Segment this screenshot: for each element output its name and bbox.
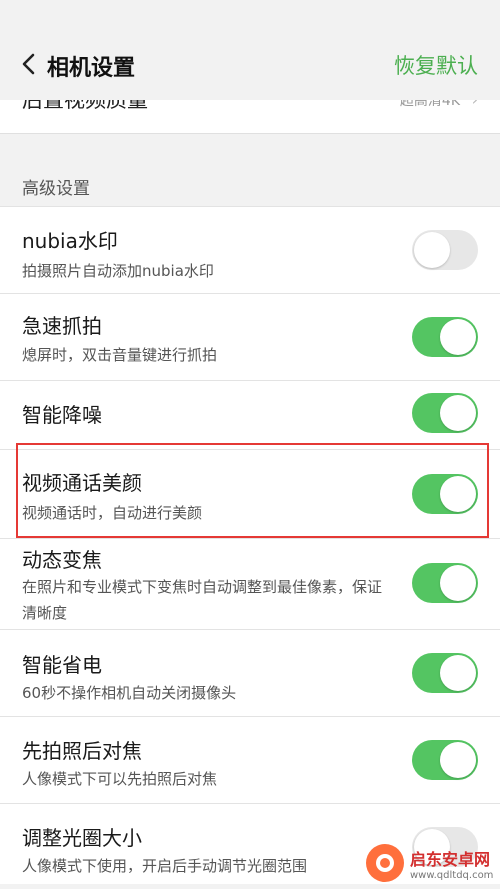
setting-title: 急速抓拍 — [22, 314, 102, 338]
android-icon — [376, 854, 394, 872]
watermark-url: www.qdltdq.com — [410, 869, 494, 881]
divider — [0, 133, 500, 134]
toggle-smart-power-saving[interactable] — [412, 653, 478, 693]
restore-default-button[interactable]: 恢复默认 — [394, 50, 478, 80]
section-title-advanced: 高级设置 — [22, 179, 90, 199]
toggle-knob — [440, 565, 476, 601]
setting-title: 智能省电 — [22, 653, 102, 677]
toggle-nubia-watermark[interactable] — [412, 230, 478, 270]
rear-video-quality-row[interactable]: 后置视频质量 超高清4K › — [0, 100, 500, 133]
app-header: 相机设置 恢复默认 — [0, 0, 500, 100]
rear-video-quality-label: 后置视频质量 — [22, 100, 148, 112]
watermark-name: 启东安卓网 — [410, 849, 491, 869]
rear-video-quality-value: 超高清4K — [399, 100, 460, 109]
toggle-knob — [440, 395, 476, 431]
toggle-dynamic-zoom[interactable] — [412, 563, 478, 603]
setting-row-smart-power-saving[interactable]: 智能省电 60秒不操作相机自动关闭摄像头 — [0, 629, 500, 716]
setting-row-smart-noise-reduction[interactable]: 智能降噪 — [0, 380, 500, 449]
setting-row-video-call-beauty[interactable]: 视频通话美颜 视频通话时，自动进行美颜 — [0, 449, 500, 538]
toggle-knob — [440, 319, 476, 355]
toggle-knob — [440, 742, 476, 778]
settings-list: nubia水印 拍摄照片自动添加nubia水印 急速抓拍 熄屏时，双击音量键进行… — [0, 206, 500, 884]
toggle-knob — [414, 232, 450, 268]
setting-row-dynamic-zoom[interactable]: 动态变焦 在照片和专业模式下变焦时自动调整到最佳像素，保证清晰度 — [0, 538, 500, 629]
setting-row-shoot-then-focus[interactable]: 先拍照后对焦 人像模式下可以先拍照后对焦 — [0, 716, 500, 803]
setting-title: 动态变焦 — [22, 548, 102, 572]
setting-row-nubia-watermark[interactable]: nubia水印 拍摄照片自动添加nubia水印 — [0, 206, 500, 293]
toggle-knob — [440, 476, 476, 512]
setting-description: 人像模式下可以先拍照后对焦 — [22, 770, 218, 788]
setting-description: 视频通话时，自动进行美颜 — [22, 504, 203, 522]
setting-description: 在照片和专业模式下变焦时自动调整到最佳像素，保证清晰度 — [22, 578, 383, 622]
toggle-smart-noise-reduction[interactable] — [412, 393, 478, 433]
toggle-shoot-then-focus[interactable] — [412, 740, 478, 780]
setting-description: 人像模式下使用，开启后手动调节光圈范围 — [22, 857, 308, 875]
setting-title: 视频通话美颜 — [22, 471, 142, 495]
chevron-right-icon: › — [472, 100, 478, 109]
setting-description: 60秒不操作相机自动关闭摄像头 — [22, 684, 237, 702]
setting-description: 拍摄照片自动添加nubia水印 — [22, 262, 214, 280]
setting-row-quick-snap[interactable]: 急速抓拍 熄屏时，双击音量键进行抓拍 — [0, 293, 500, 380]
setting-title: 先拍照后对焦 — [22, 739, 142, 763]
toggle-quick-snap[interactable] — [412, 317, 478, 357]
page-title: 相机设置 — [47, 56, 136, 81]
setting-title: 调整光圈大小 — [22, 826, 142, 850]
watermark-text: 启东安卓网 www.qdltdq.com — [410, 846, 493, 881]
setting-description: 熄屏时，双击音量键进行抓拍 — [22, 346, 218, 364]
setting-title: 智能降噪 — [22, 403, 102, 427]
back-arrow-icon[interactable] — [18, 50, 40, 78]
toggle-knob — [440, 655, 476, 691]
setting-title: nubia水印 — [22, 229, 118, 253]
watermark-logo-icon — [366, 844, 404, 882]
toggle-video-call-beauty[interactable] — [412, 474, 478, 514]
site-watermark: 启东安卓网 www.qdltdq.com — [366, 843, 494, 883]
